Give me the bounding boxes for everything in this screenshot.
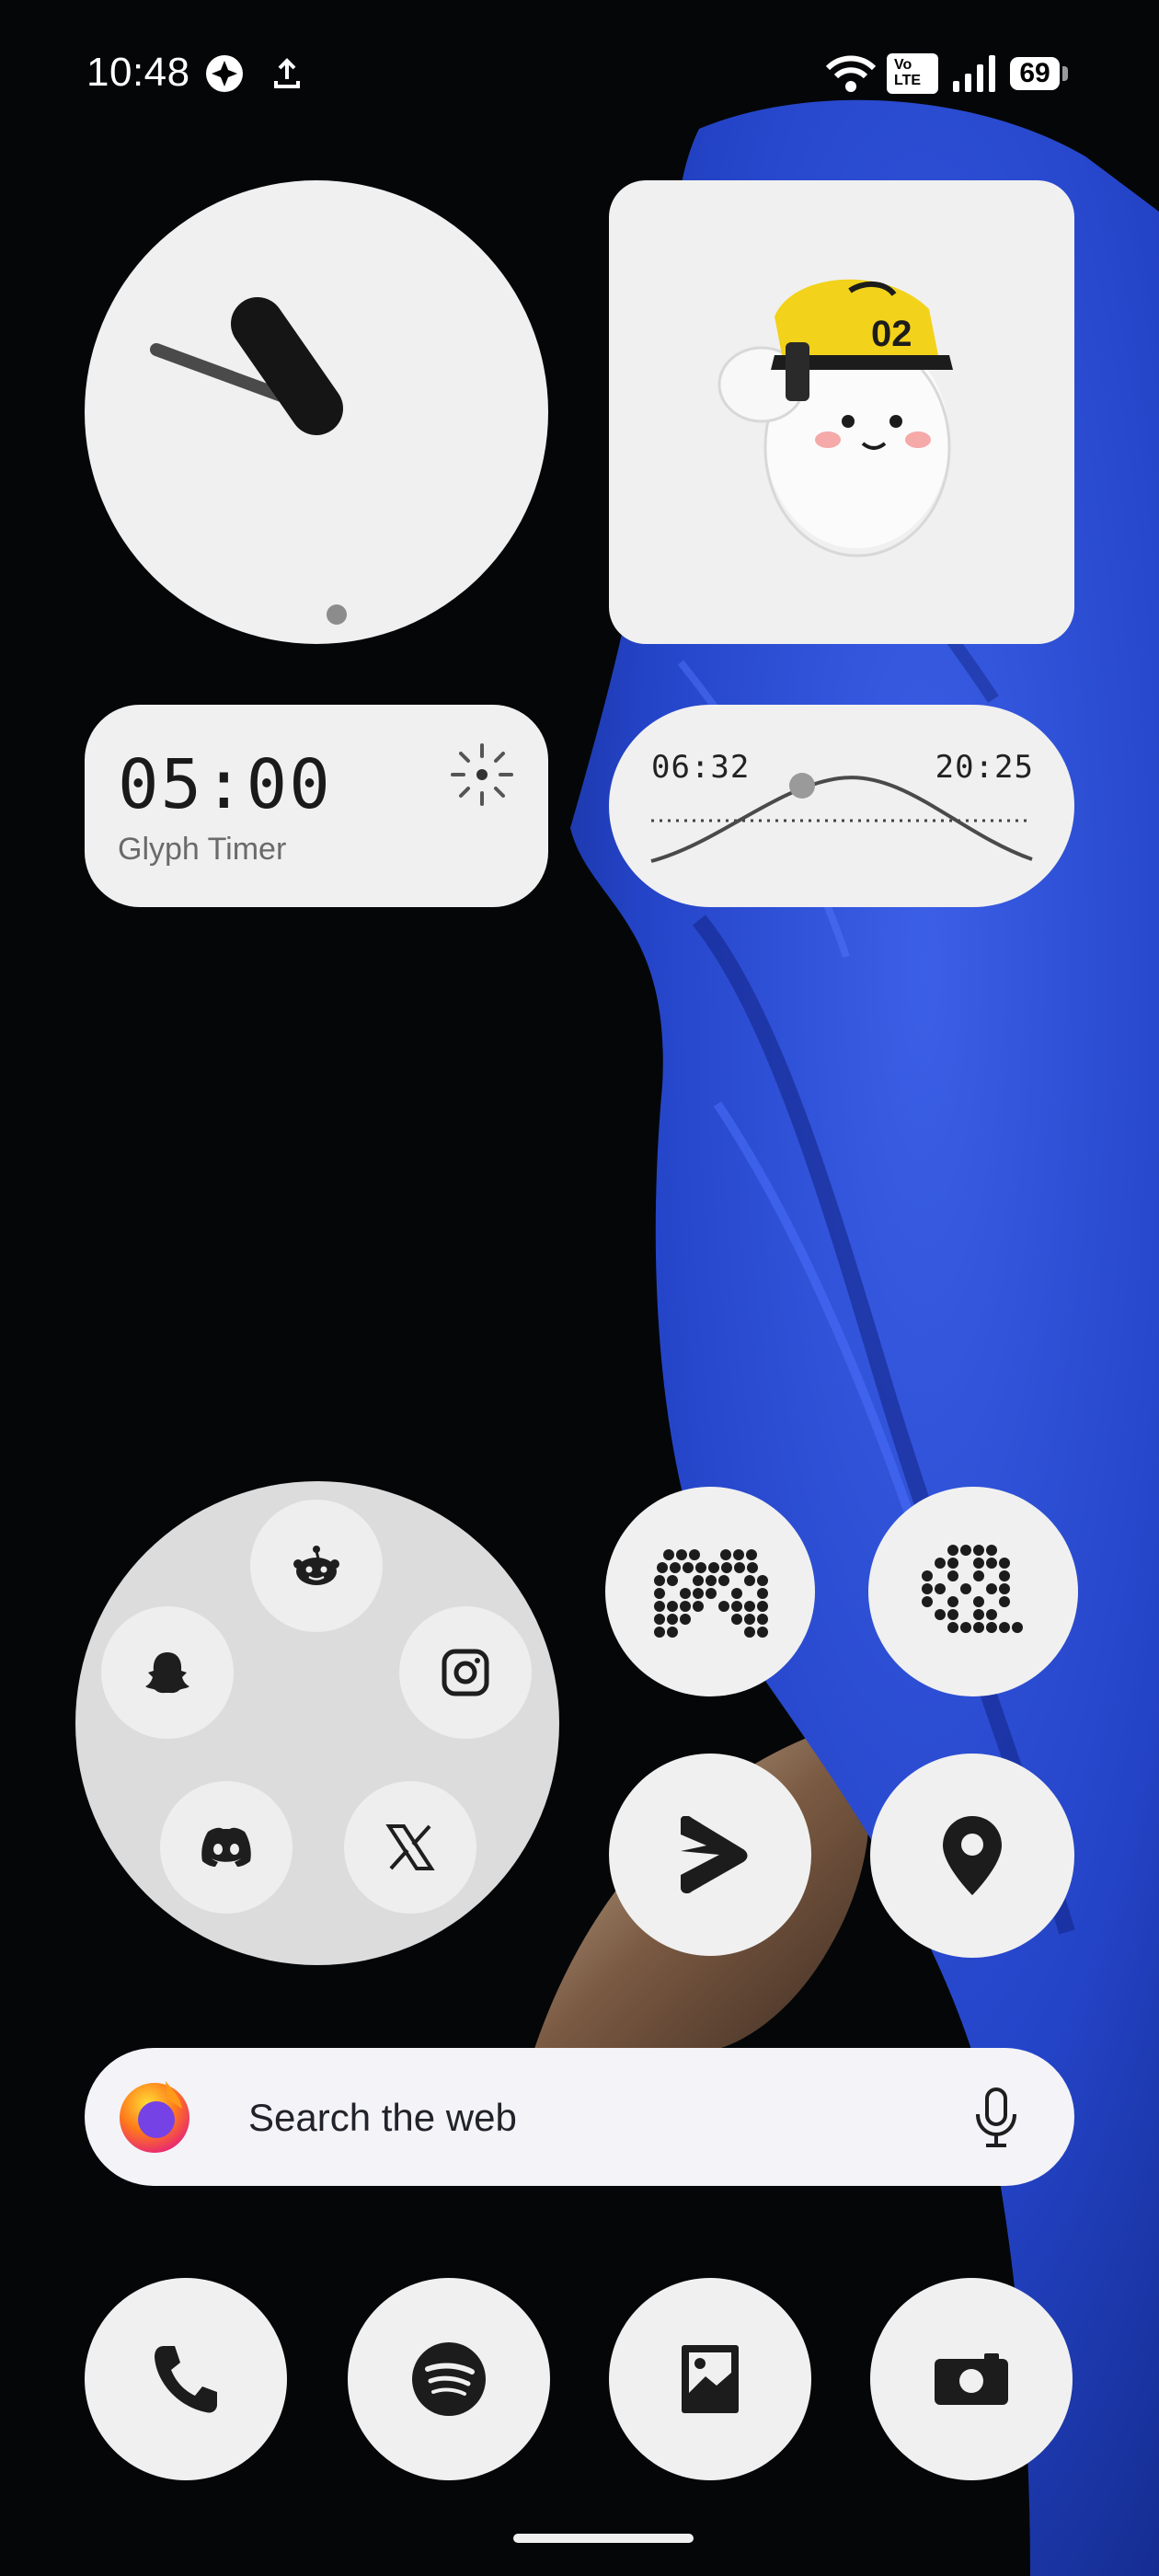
gallery-app[interactable] [609,2278,811,2480]
battery-icon: 69 [1010,57,1060,90]
clock-widget[interactable] [85,180,548,644]
snapchat-icon [145,1652,189,1694]
film-app[interactable] [868,1487,1078,1696]
pinwheel-icon [206,55,243,92]
gallery-icon [682,2345,739,2413]
x-icon [385,1824,435,1870]
discord-icon [201,1827,251,1867]
photo-widget[interactable]: 02 [609,180,1074,644]
upload-icon [274,58,300,88]
clock-dot [327,604,347,625]
svg-text:02: 02 [871,314,912,354]
phone-app[interactable] [85,2278,287,2480]
microphone-icon[interactable] [973,2087,1019,2149]
gamepad-icon [654,1549,768,1638]
glyph-timer-widget[interactable]: 05:00 Glyph Timer [85,705,548,907]
wifi-icon [826,55,876,92]
games-app[interactable] [605,1487,815,1696]
home-indicator[interactable] [513,2534,694,2543]
signal-icon [953,55,995,92]
volte-icon: Vo LTE [887,53,938,94]
camera-app[interactable] [870,2278,1073,2480]
reddit-app[interactable] [250,1500,383,1632]
film-reel-icon [922,1545,1023,1633]
snapchat-app[interactable] [101,1606,234,1739]
camera-icon [935,2353,1008,2405]
spotify-app[interactable] [348,2278,550,2480]
status-time: 10:48 [86,50,190,95]
discord-app[interactable] [160,1781,293,1914]
instagram-app[interactable] [399,1606,532,1739]
sun-widget[interactable]: 06:32 20:25 [609,705,1074,907]
sun-curve [650,773,1033,863]
x-app[interactable] [344,1781,476,1914]
search-placeholder: Search the web [248,2096,517,2139]
timer-value: 05:00 [118,745,332,824]
maps-app[interactable] [870,1754,1074,1958]
glyph-sparkle-icon [451,743,513,806]
stack-icon [681,1816,748,1893]
search-bar[interactable]: Search the web [85,2048,1074,2186]
stack-app[interactable] [609,1754,811,1956]
sun-position-marker [789,773,815,799]
reddit-icon [293,1546,339,1585]
spotify-icon [412,2342,486,2416]
location-pin-icon [943,1816,1002,1895]
phone-icon [155,2346,217,2413]
mascot-sticker-image: 02 [717,279,953,558]
battery-tip [1062,66,1068,81]
timer-label: Glyph Timer [118,832,287,867]
social-folder[interactable] [75,1481,559,1965]
clock-face [150,297,347,625]
instagram-icon [442,1649,489,1696]
firefox-icon [120,2081,189,2153]
